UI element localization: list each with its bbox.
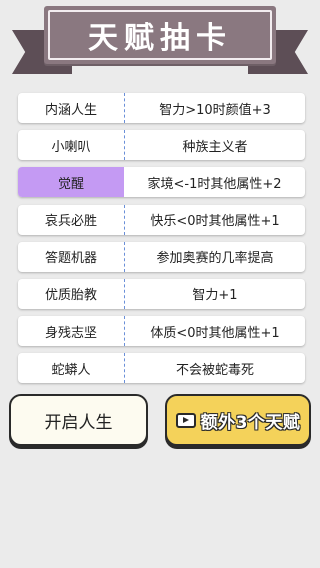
talent-desc: 不会被蛇毒死 bbox=[175, 362, 254, 378]
talent-name: 内涵人生 bbox=[18, 93, 125, 123]
talent-row[interactable]: 答题机器 参加奥赛的几率提高 bbox=[18, 241, 305, 272]
page-title: 天赋抽卡 bbox=[88, 21, 232, 56]
talent-row[interactable]: 小喇叭 种族主义者 bbox=[18, 130, 305, 161]
talent-desc: 家境<-1时其他属性+2 bbox=[147, 176, 282, 192]
ribbon-banner: 天赋抽卡 bbox=[44, 6, 276, 64]
talent-row-selected[interactable]: 觉醒 家境<-1时其他属性+2 bbox=[18, 167, 305, 198]
start-life-button[interactable]: 开启人生 bbox=[9, 394, 148, 446]
talent-name: 觉醒 bbox=[18, 167, 124, 198]
talent-name: 小喇叭 bbox=[18, 130, 125, 161]
talent-desc: 智力>10时颜值+3 bbox=[159, 102, 271, 118]
talent-desc: 参加奥赛的几率提高 bbox=[156, 251, 274, 267]
title-ribbon: 天赋抽卡 bbox=[0, 0, 320, 90]
talent-row[interactable]: 身残志坚 体质<0时其他属性+1 bbox=[18, 316, 305, 347]
ribbon-inner-frame: 天赋抽卡 bbox=[48, 10, 272, 60]
talent-list: 内涵人生 智力>10时颜值+3 小喇叭 种族主义者 觉醒 家境<-1时其他属性+… bbox=[18, 93, 305, 391]
extra-talents-button[interactable]: 额外3个天赋 bbox=[165, 394, 311, 446]
talent-name: 答题机器 bbox=[18, 241, 125, 272]
start-life-label: 开启人生 bbox=[44, 412, 113, 433]
talent-name: 哀兵必胜 bbox=[18, 204, 125, 235]
video-play-icon bbox=[175, 412, 196, 428]
talent-desc: 体质<0时其他属性+1 bbox=[150, 325, 280, 341]
extra-talents-label: 额外3个天赋 bbox=[200, 412, 301, 433]
talent-name: 身残志坚 bbox=[18, 316, 125, 347]
talent-desc: 种族主义者 bbox=[182, 139, 248, 155]
talent-row[interactable]: 优质胎教 智力+1 bbox=[18, 278, 305, 309]
talent-desc: 快乐<0时其他属性+1 bbox=[150, 214, 280, 230]
talent-name: 蛇蟒人 bbox=[18, 353, 125, 384]
talent-row[interactable]: 哀兵必胜 快乐<0时其他属性+1 bbox=[18, 204, 305, 235]
talent-desc: 智力+1 bbox=[192, 288, 238, 304]
talent-row[interactable]: 蛇蟒人 不会被蛇毒死 bbox=[18, 353, 305, 384]
talent-row[interactable]: 内涵人生 智力>10时颜值+3 bbox=[18, 93, 305, 123]
talent-name: 优质胎教 bbox=[18, 278, 125, 309]
